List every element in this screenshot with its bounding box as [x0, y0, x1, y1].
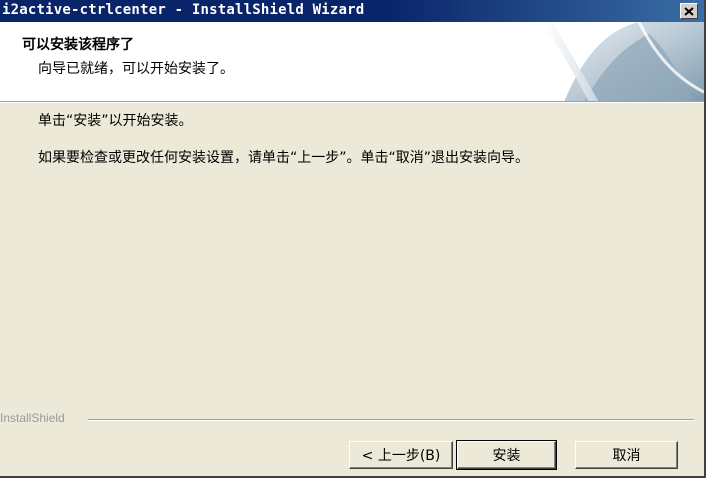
installshield-brand-label: InstallShield — [0, 411, 67, 425]
installshield-wizard-window: i2active-ctrlcenter - InstallShield Wiza… — [0, 0, 706, 478]
body-instruction-1: 单击“安装”以开始安装。 — [38, 113, 193, 129]
header-subtitle: 向导已就绪，可以开始安装了。 — [38, 61, 234, 77]
close-icon — [684, 6, 694, 16]
close-button[interactable] — [680, 3, 698, 19]
footer-divider — [88, 419, 694, 421]
header-banner: 可以安装该程序了 向导已就绪，可以开始安装了。 — [0, 22, 704, 102]
body-instruction-2: 如果要检查或更改任何安装设置，请单击“上一步”。单击“取消”退出安装向导。 — [38, 150, 530, 166]
back-button[interactable]: < 上一步(B) — [349, 441, 453, 469]
title-bar[interactable]: i2active-ctrlcenter - InstallShield Wiza… — [0, 0, 704, 22]
installshield-banner-graphic — [544, 22, 704, 101]
window-title: i2active-ctrlcenter - InstallShield Wiza… — [2, 2, 365, 18]
header-divider — [0, 102, 704, 103]
install-button[interactable]: 安装 — [456, 440, 557, 470]
cancel-button[interactable]: 取消 — [575, 441, 678, 469]
header-title: 可以安装该程序了 — [22, 37, 134, 53]
